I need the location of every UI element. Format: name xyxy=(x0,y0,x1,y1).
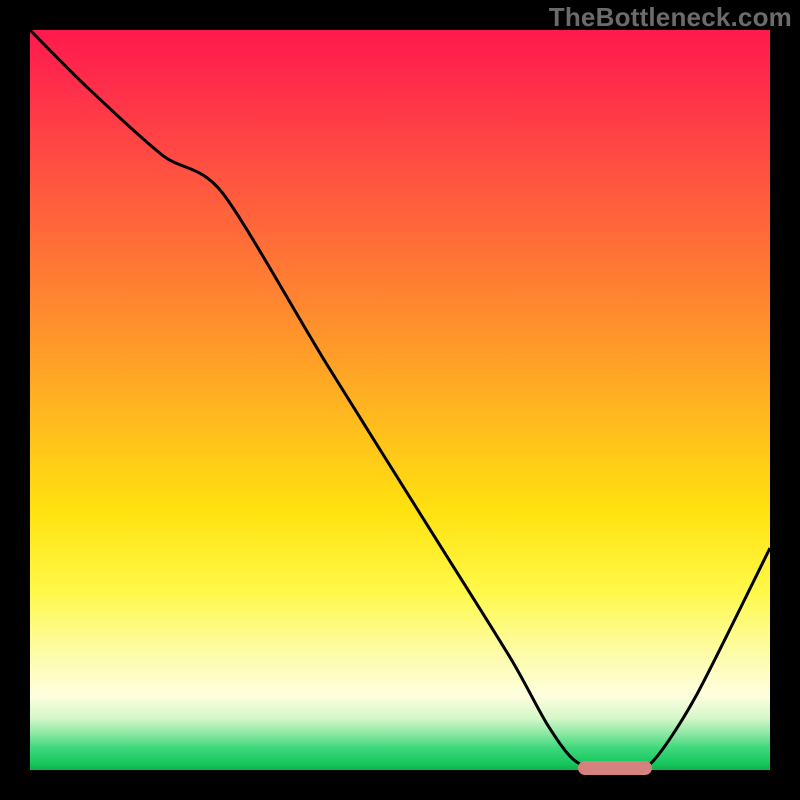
bottleneck-curve xyxy=(30,30,770,770)
watermark-text: TheBottleneck.com xyxy=(549,2,792,33)
chart-frame: TheBottleneck.com xyxy=(0,0,800,800)
plot-area xyxy=(30,30,770,770)
optimal-range-marker xyxy=(578,761,652,775)
curve-path xyxy=(30,30,770,770)
